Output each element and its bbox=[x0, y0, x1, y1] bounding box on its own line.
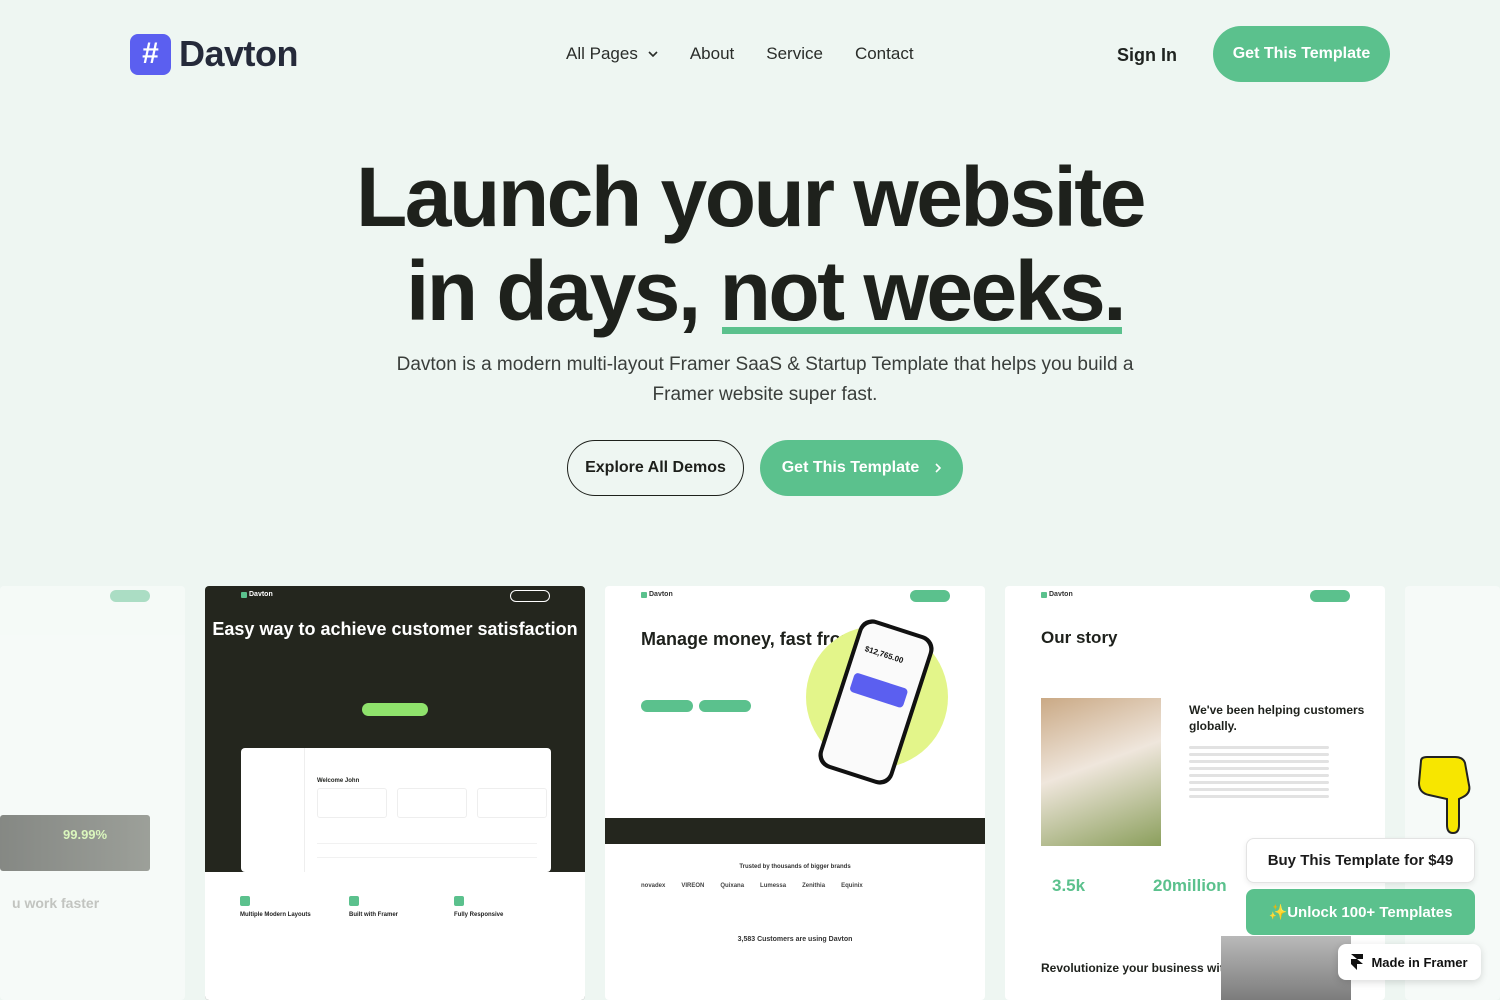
main-nav: All Pages About Service Contact bbox=[566, 44, 914, 64]
feature-ticker-band bbox=[605, 818, 985, 844]
mini-logo-text: Davton bbox=[1049, 591, 1073, 598]
framer-logo-icon bbox=[1351, 954, 1364, 970]
trusted-text: Trusted by thousands of bigger brands bbox=[739, 864, 851, 870]
brand-logo: Zenithia bbox=[802, 883, 826, 889]
hero-get-template-label: Get This Template bbox=[781, 459, 920, 476]
text-line bbox=[1189, 767, 1329, 770]
uptime-value: 99.99% bbox=[63, 827, 108, 842]
paragraph-placeholder bbox=[1189, 746, 1329, 802]
customers-count: 3,583 Customers are using Davton bbox=[737, 936, 853, 943]
dashboard-stat bbox=[397, 788, 467, 818]
hero-subtitle: Davton is a modern multi-layout Framer S… bbox=[396, 354, 1134, 405]
buy-template-button[interactable]: Buy This Template for $49 bbox=[1246, 838, 1475, 883]
dashboard-stat bbox=[317, 788, 387, 818]
mini-logo-icon bbox=[1041, 591, 1047, 598]
made-in-framer-badge[interactable]: Made in Framer bbox=[1338, 944, 1481, 980]
card1-feature-section bbox=[205, 872, 585, 1000]
phone-card bbox=[849, 672, 909, 709]
text-line bbox=[1189, 746, 1329, 749]
site-header: # Davton All Pages About Service Contact… bbox=[0, 0, 1500, 110]
nav-item-contact[interactable]: Contact bbox=[855, 44, 914, 64]
hero-title: Launch your website in days, not weeks. bbox=[0, 150, 1500, 338]
mini-logo-icon bbox=[241, 591, 247, 598]
template-preview-fintech[interactable]: Davton Manage money, fast from app. $12,… bbox=[605, 586, 985, 1000]
mini-logo-text: Davton bbox=[649, 591, 673, 598]
work-faster-text: u work faster bbox=[12, 895, 100, 911]
feature-icon bbox=[349, 896, 359, 906]
dashboard-mockup: Welcome John bbox=[241, 748, 551, 872]
stat-value: 20million bbox=[1153, 876, 1227, 895]
logo-text: Davton bbox=[179, 33, 299, 74]
feature-item: Built with Framer bbox=[349, 896, 398, 918]
office-photo bbox=[1221, 936, 1351, 1000]
mini-logo-text: Davton bbox=[249, 591, 273, 598]
nav-item-all-pages[interactable]: All Pages bbox=[566, 44, 658, 64]
unlock-templates-button[interactable]: ✨Unlock 100+ Templates bbox=[1246, 889, 1475, 935]
chevron-right-icon bbox=[935, 463, 942, 473]
brand-logo: VIREON bbox=[681, 883, 705, 889]
text-line bbox=[1189, 753, 1329, 756]
feature-icon bbox=[454, 896, 464, 906]
nav-item-label: All Pages bbox=[566, 44, 638, 63]
feature-icon bbox=[240, 896, 250, 906]
card1-cta-pill bbox=[362, 703, 428, 716]
mini-logo-icon bbox=[641, 591, 647, 598]
framer-badge-label: Made in Framer bbox=[1371, 954, 1468, 970]
mini-cta-pill bbox=[110, 590, 150, 602]
template-preview-saas[interactable]: Davton Easy way to achieve customer sati… bbox=[205, 586, 585, 1000]
app-store-pill bbox=[641, 700, 693, 712]
dashboard-stat bbox=[477, 788, 547, 818]
explore-demos-button[interactable]: Explore All Demos bbox=[567, 440, 744, 496]
hero-title-part: in days, bbox=[405, 244, 720, 338]
feature-item: Fully Responsive bbox=[454, 896, 503, 918]
pointing-hand-icon bbox=[1417, 756, 1471, 835]
get-template-button[interactable]: Get This Template bbox=[1213, 26, 1390, 82]
card3-title: Our story bbox=[1041, 628, 1118, 647]
card3-subtitle: We've been helping customers globally. bbox=[1189, 703, 1365, 733]
dashboard-row bbox=[317, 848, 537, 858]
uptime-card: 99.99% bbox=[0, 815, 150, 871]
feature-label: Fully Responsive bbox=[454, 912, 504, 918]
chevron-down-icon bbox=[648, 51, 658, 57]
feature-label: Built with Framer bbox=[349, 912, 399, 918]
logo[interactable]: # Davton bbox=[130, 33, 299, 75]
text-line bbox=[1189, 795, 1329, 798]
feature-item: Multiple Modern Layouts bbox=[240, 896, 311, 918]
play-store-pill bbox=[699, 700, 751, 712]
brand-logo: Equinix bbox=[841, 883, 863, 889]
brand-logo: Lumessa bbox=[760, 883, 787, 889]
brand-logo: Quixana bbox=[720, 883, 745, 889]
hero-title-line2: in days, not weeks. bbox=[30, 244, 1500, 338]
text-line bbox=[1189, 781, 1329, 784]
text-line bbox=[1189, 760, 1329, 763]
mini-cta-pill bbox=[910, 590, 950, 602]
mini-logo: Davton bbox=[241, 591, 273, 598]
dashboard-row bbox=[317, 834, 537, 844]
stat-value: 3.5k bbox=[1052, 876, 1086, 895]
text-line bbox=[1189, 788, 1329, 791]
hero-title-line1: Launch your website bbox=[356, 150, 1147, 244]
team-photo bbox=[1041, 698, 1161, 846]
sign-in-link[interactable]: Sign In bbox=[1117, 45, 1177, 66]
phone-balance: $12,765.00 bbox=[863, 644, 905, 666]
card1-title: Easy way to achieve customer satisfactio… bbox=[212, 619, 578, 639]
mini-logo: Davton bbox=[1041, 591, 1073, 598]
dashboard-welcome: Welcome John bbox=[317, 778, 360, 784]
mini-cta-pill bbox=[510, 590, 550, 602]
nav-item-about[interactable]: About bbox=[690, 44, 734, 64]
brand-logos: novadex VIREON Quixana Lumessa Zenithia … bbox=[641, 883, 863, 889]
feature-label: Multiple Modern Layouts bbox=[240, 912, 311, 918]
dashboard-sidebar bbox=[241, 748, 305, 872]
nav-item-service[interactable]: Service bbox=[766, 44, 823, 64]
brand-logo: novadex bbox=[641, 883, 666, 889]
template-preview-about[interactable]: Davton Our story We've been helping cust… bbox=[1005, 586, 1385, 1000]
mini-cta-pill bbox=[1310, 590, 1350, 602]
logo-mark-icon: # bbox=[130, 33, 171, 75]
hero-get-template-button[interactable]: Get This Template bbox=[760, 440, 963, 496]
hero-title-highlight: not weeks. bbox=[719, 244, 1127, 338]
text-line bbox=[1189, 774, 1329, 777]
template-preview-left[interactable] bbox=[0, 586, 185, 1000]
mini-logo: Davton bbox=[641, 591, 673, 598]
